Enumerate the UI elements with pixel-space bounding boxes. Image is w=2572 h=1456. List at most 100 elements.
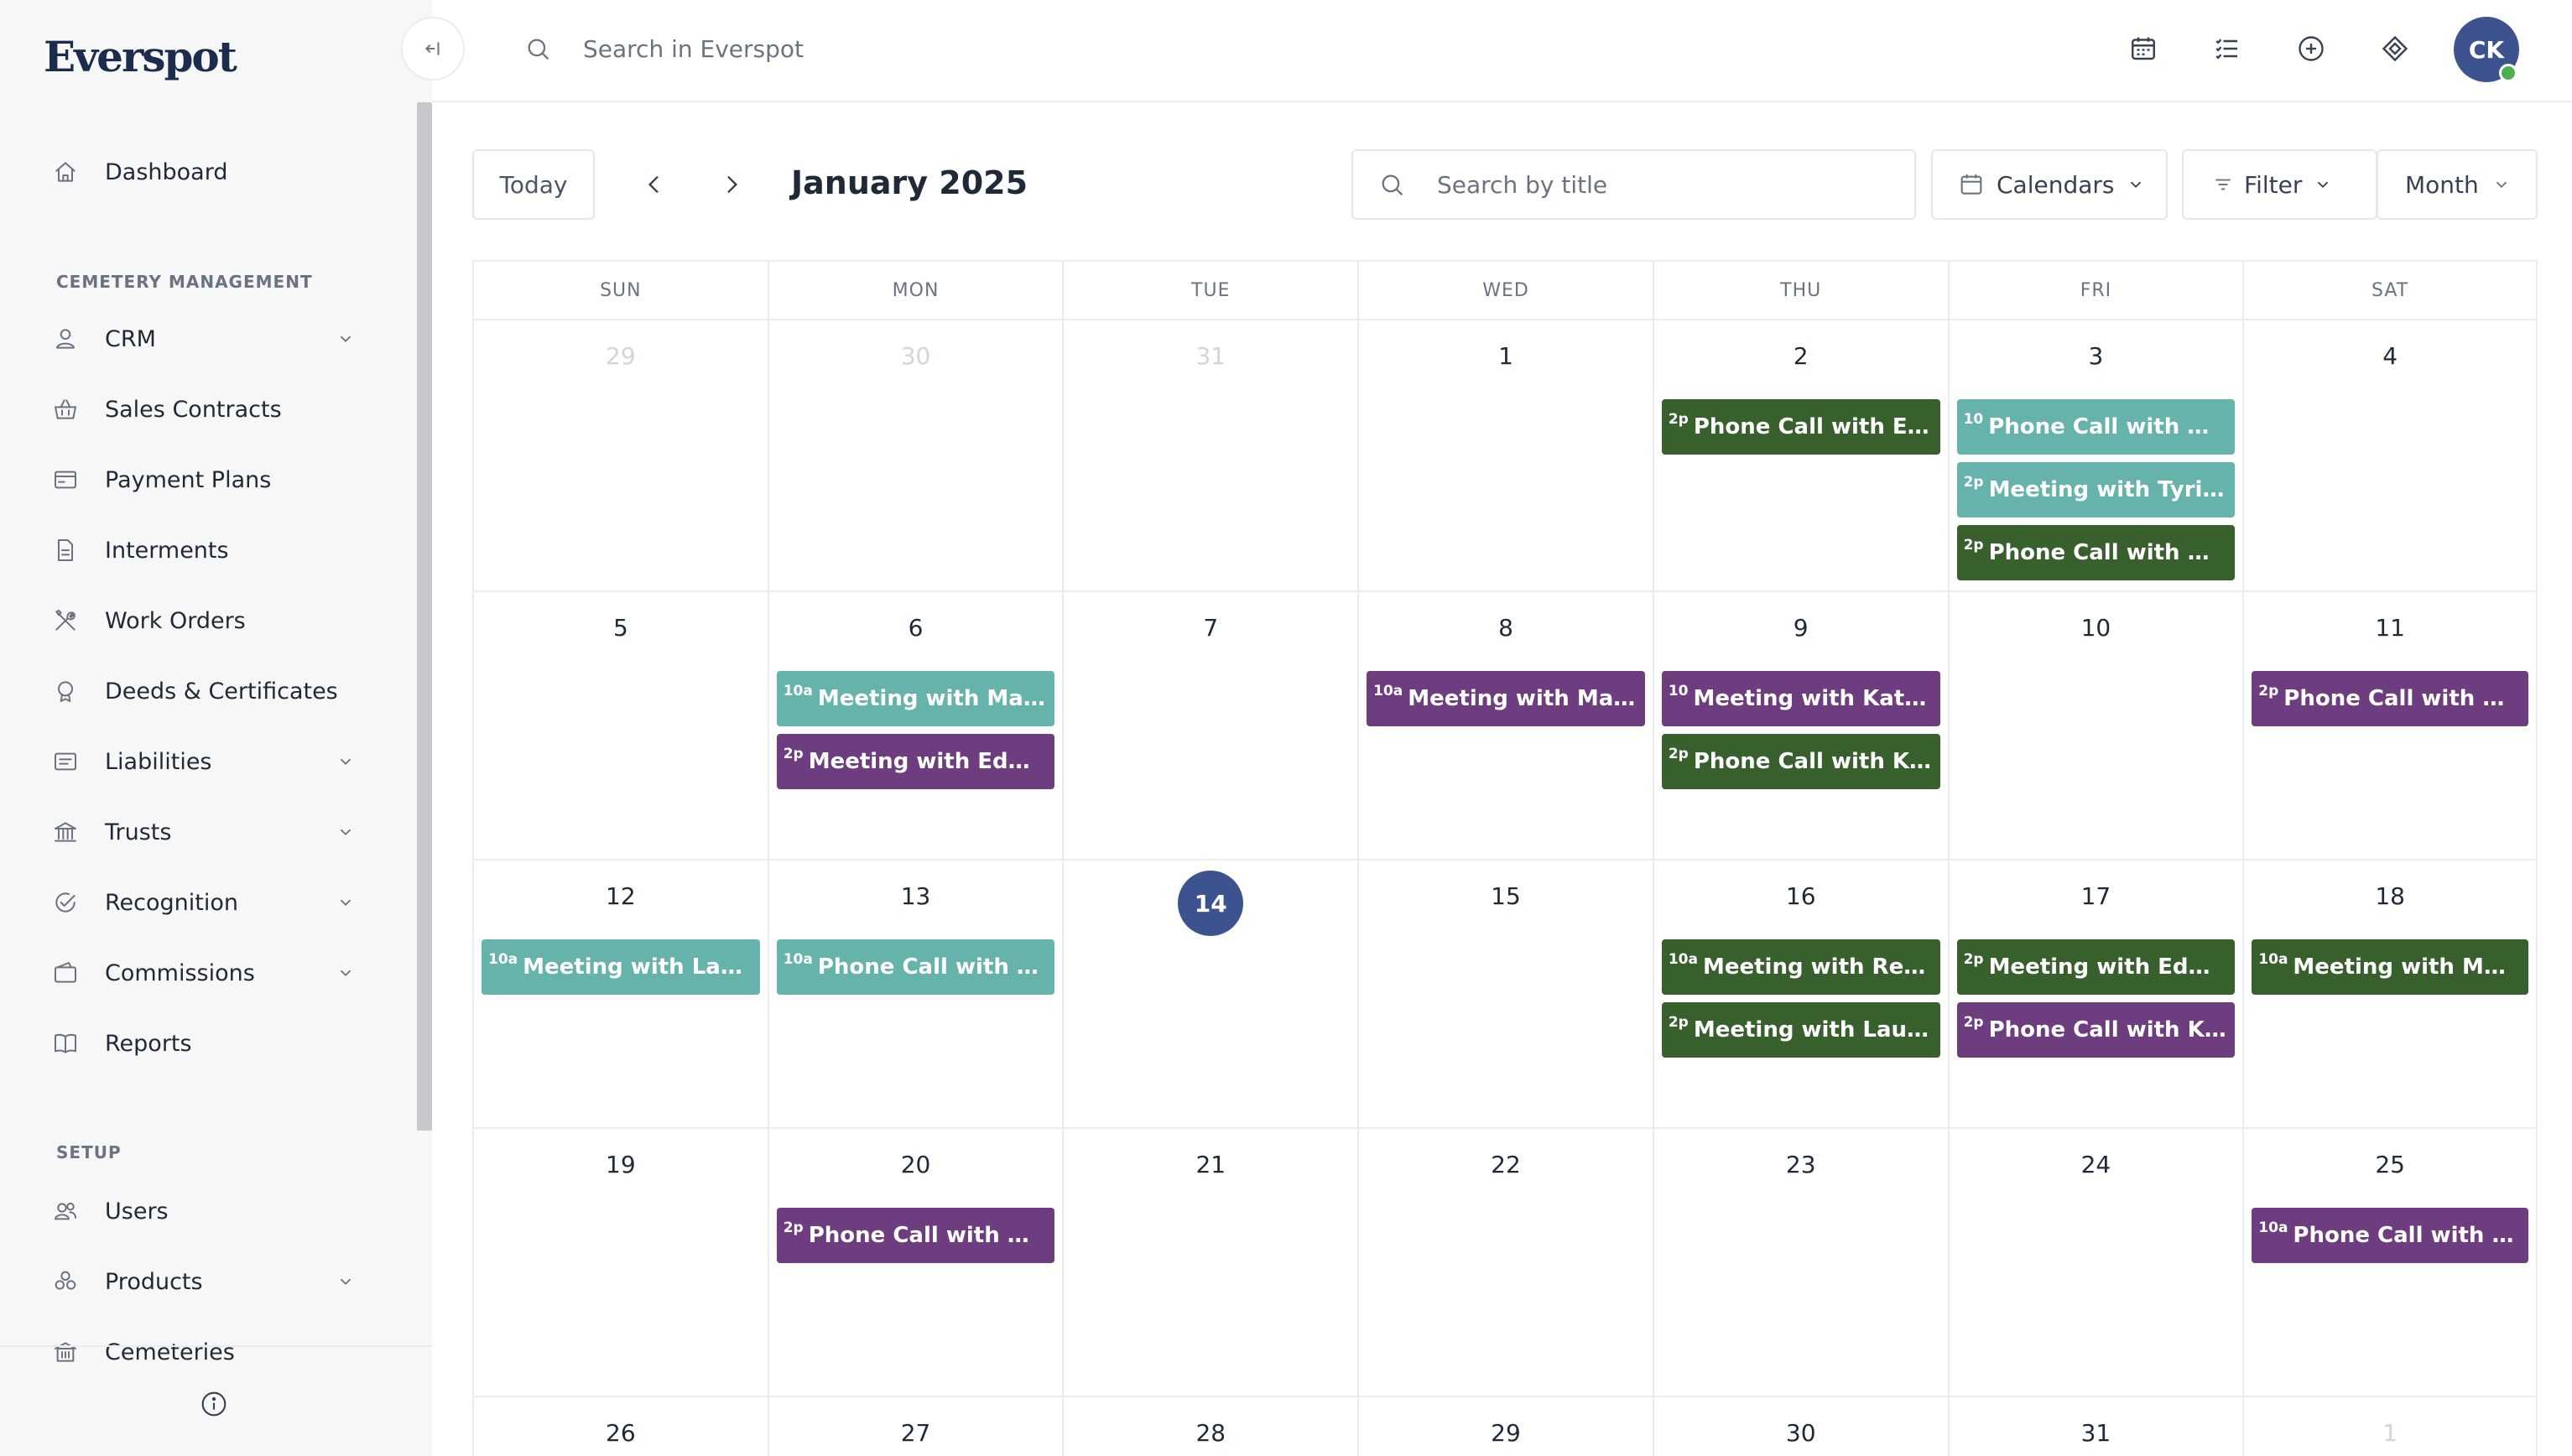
home-icon: [52, 159, 79, 185]
day-cell[interactable]: 22: [1357, 1129, 1653, 1397]
day-cell[interactable]: 14: [1062, 861, 1358, 1129]
sidebar-item-users[interactable]: Users: [0, 1183, 394, 1240]
day-cell[interactable]: 30: [1652, 1397, 1948, 1456]
day-cell[interactable]: 28: [1062, 1397, 1357, 1456]
day-number: 21: [1195, 1151, 1226, 1178]
sidebar-item-trusts[interactable]: Trusts: [0, 803, 394, 861]
day-cell[interactable]: 29: [1357, 1397, 1653, 1456]
calendars-dropdown[interactable]: Calendars: [1931, 149, 2168, 220]
calendar-event[interactable]: 10a Phone Call with Edwi...: [2252, 1208, 2528, 1263]
day-cell[interactable]: 1610aMeeting with Rene O...2pMeeting wit…: [1652, 861, 1948, 1129]
collapse-left-icon: [425, 42, 440, 55]
calendar-event[interactable]: 10aMeeting with Maci C...: [2252, 939, 2528, 995]
calendar-event[interactable]: 2pMeeting with Edwina ...: [776, 734, 1055, 789]
day-cell[interactable]: 12 10a Meeting with Laurine...: [472, 861, 768, 1129]
day-cell[interactable]: 31: [1062, 320, 1358, 592]
sidebar-scrollbar[interactable]: [417, 102, 432, 1131]
calendar-event[interactable]: 2pPhone Call with Mart...: [1956, 525, 2236, 580]
day-cell[interactable]: 1: [2242, 1397, 2538, 1456]
day-cell[interactable]: 24: [1947, 1129, 2243, 1397]
day-cell[interactable]: 1: [1357, 320, 1653, 592]
calendar-event[interactable]: 2pPhone Call with Norb...: [776, 1208, 1055, 1263]
filter-dropdown[interactable]: Filter: [2182, 149, 2377, 220]
day-number: 12: [606, 882, 636, 910]
day-cell[interactable]: 310Phone Call with Mich...2pMeeting with…: [1947, 320, 2243, 592]
day-cell[interactable]: 29: [472, 320, 768, 592]
title-search-box[interactable]: [1351, 149, 1916, 220]
sidebar-item-deeds-and-certificates[interactable]: Deeds & Certificates: [0, 663, 394, 720]
calendar-event[interactable]: 2pMeeting with Tyrique ...: [1956, 462, 2236, 517]
previous-month-button[interactable]: [634, 164, 674, 205]
chevron-down-icon[interactable]: [336, 963, 356, 983]
calendar-event[interactable]: 10aMeeting with Maci C...: [776, 671, 1055, 726]
day-cell[interactable]: 7: [1062, 592, 1358, 861]
day-number: 31: [1195, 342, 1226, 370]
day-cell[interactable]: 20 2pPhone Call with Norb...: [767, 1129, 1063, 1397]
day-cell[interactable]: 5: [472, 592, 768, 861]
calendar-event[interactable]: 10aPhone Call with Norb...: [776, 939, 1055, 995]
day-cell[interactable]: 610aMeeting with Maci C...2pMeeting with…: [767, 592, 1063, 861]
calendar-event[interactable]: 2pPhone Call with Kathr...: [1956, 1002, 2236, 1058]
calendar-event[interactable]: 10Meeting with Kathry...: [1661, 671, 1940, 726]
calendar-event[interactable]: 2pPhone Call with Kathr...: [1661, 734, 1940, 789]
global-search-input[interactable]: [583, 27, 1170, 70]
today-button[interactable]: Today: [472, 149, 595, 220]
day-cell[interactable]: 8 10a Meeting with Marta ...: [1357, 592, 1653, 861]
day-cell[interactable]: 172pMeeting with Edwina ...2pPhone Call …: [1947, 861, 2243, 1129]
calendar-event[interactable]: 2pMeeting with Laurine...: [1661, 1002, 1940, 1058]
chevron-down-icon[interactable]: [336, 822, 356, 842]
calendar-event[interactable]: 10Phone Call with Mich...: [1956, 399, 2236, 455]
calendar-event[interactable]: 2pMeeting with Edwina ...: [1956, 939, 2236, 995]
add-circle-icon[interactable]: [2296, 34, 2326, 64]
day-cell[interactable]: 13 10aPhone Call with Norb...: [767, 861, 1063, 1129]
sidebar-item-sales-contracts[interactable]: Sales Contracts: [0, 381, 394, 438]
day-cell[interactable]: 26: [472, 1397, 768, 1456]
event-time: 2p: [1963, 1014, 1984, 1031]
sidebar-item-crm[interactable]: CRM: [0, 310, 394, 367]
day-cell[interactable]: 2 2pPhone Call with Edwi...: [1652, 320, 1948, 592]
day-cell[interactable]: 10: [1947, 592, 2243, 861]
sidebar-item-label: Recognition: [105, 889, 238, 916]
chevron-down-icon[interactable]: [336, 1271, 356, 1292]
sidebar-item-commissions[interactable]: Commissions: [0, 944, 394, 1001]
sidebar-item-liabilities[interactable]: Liabilities: [0, 733, 394, 790]
day-cell[interactable]: 31: [1947, 1397, 2243, 1456]
day-cell[interactable]: 19: [472, 1129, 768, 1397]
view-dropdown[interactable]: Month: [2377, 149, 2538, 220]
sidebar-item-recognition[interactable]: Recognition: [0, 874, 394, 931]
chevron-down-icon[interactable]: [336, 892, 356, 913]
day-cell[interactable]: 23: [1652, 1129, 1948, 1397]
list-icon[interactable]: [2212, 34, 2242, 64]
sidebar-item-reports[interactable]: Reports: [0, 1015, 394, 1072]
info-icon[interactable]: [200, 1391, 227, 1417]
calendar-event[interactable]: 2pPhone Call with Edwi...: [1661, 399, 1940, 455]
apps-icon[interactable]: [2380, 34, 2410, 64]
day-cell[interactable]: 30: [767, 320, 1063, 592]
calendar-event[interactable]: 10a Meeting with Laurine...: [482, 939, 760, 995]
day-cell[interactable]: 4: [2242, 320, 2538, 592]
day-cell[interactable]: 18 10a Meeting with Maci C...: [2242, 861, 2538, 1129]
chevron-down-icon[interactable]: [336, 329, 356, 349]
sidebar-item-dashboard[interactable]: Dashboard: [0, 143, 394, 200]
event-title: Meeting with Maci C...: [2293, 954, 2528, 980]
sidebar-item-interments[interactable]: Interments: [0, 522, 394, 579]
calendar-event[interactable]: 10a Meeting with Marta ...: [1367, 671, 1645, 726]
day-cell[interactable]: 27: [767, 1397, 1063, 1456]
day-cell[interactable]: 25 10a Phone Call with Edwi...: [2242, 1129, 2538, 1397]
sidebar-item-payment-plans[interactable]: Payment Plans: [0, 451, 394, 508]
collapse-sidebar-button[interactable]: [401, 17, 465, 81]
day-cell[interactable]: 15: [1357, 861, 1653, 1129]
calendar-icon[interactable]: [2128, 34, 2158, 64]
calendar-event[interactable]: 10aMeeting with Rene O...: [1661, 939, 1940, 995]
calendar-event[interactable]: 2pPhone Call with Maci ...: [2252, 671, 2528, 726]
chevron-down-icon[interactable]: [336, 751, 356, 772]
day-cell[interactable]: 11 2pPhone Call with Maci ...: [2242, 592, 2538, 861]
sidebar-item-products[interactable]: Products: [0, 1253, 394, 1310]
sidebar-item-label: Payment Plans: [105, 466, 272, 493]
event-title: Meeting with Marta ...: [1408, 686, 1645, 711]
day-cell[interactable]: 9 10Meeting with Kathry... 2pPhone Call wi…: [1652, 592, 1948, 861]
next-month-button[interactable]: [711, 164, 752, 205]
day-cell[interactable]: 21: [1062, 1129, 1358, 1397]
title-search-input[interactable]: [1437, 163, 1890, 206]
sidebar-item-work-orders[interactable]: Work Orders: [0, 592, 394, 649]
